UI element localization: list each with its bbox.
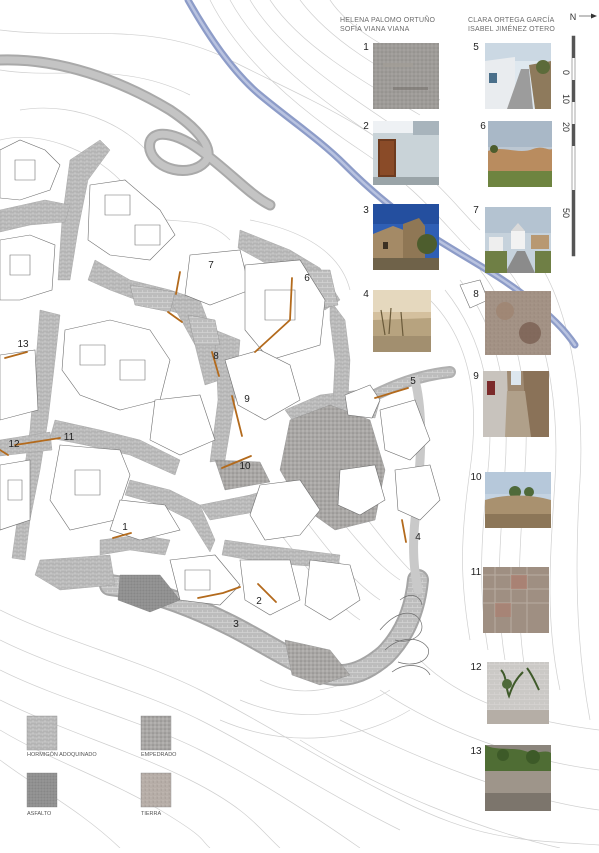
site-label-10[interactable]: 10	[239, 461, 251, 472]
photo-num-10: 10	[470, 472, 482, 483]
legend-label-empedrado: EMPEDRADO	[141, 752, 177, 758]
site-label-11[interactable]: 11	[64, 432, 75, 443]
paved-streets	[0, 139, 381, 591]
site-label-5[interactable]: 5	[410, 376, 416, 387]
site-label-4[interactable]: 4	[415, 532, 421, 543]
photo-11-wall-grid[interactable]	[483, 567, 549, 633]
photo-num-8: 8	[473, 289, 479, 300]
site-label-3[interactable]: 3	[233, 619, 239, 630]
photo-1-stone-wall[interactable]	[373, 43, 439, 109]
legend-swatch-empedrado	[140, 715, 172, 751]
photo-9-narrow-lane[interactable]	[483, 371, 549, 437]
legend-swatch-tierra	[140, 772, 172, 808]
photo-5-village-street[interactable]	[485, 43, 551, 109]
legend-swatch-asfalto	[26, 772, 58, 808]
site-label-9[interactable]: 9	[244, 394, 250, 405]
site-label-2[interactable]: 2	[256, 596, 262, 607]
photo-num-7: 7	[473, 205, 479, 216]
photo-10-rubble-mound[interactable]	[485, 472, 551, 528]
photo-num-1: 1	[363, 42, 369, 53]
photo-6-field-edge[interactable]	[488, 121, 552, 187]
scale-tick-10: 10	[561, 94, 571, 104]
photo-num-13: 13	[470, 746, 482, 757]
photo-num-3: 3	[363, 205, 369, 216]
legend: HORMIGÓN ADOQUINADO EMPEDRADO ASFALTO TI…	[26, 715, 177, 817]
scale-tick-50: 50	[561, 208, 571, 218]
photo-num-12: 12	[470, 662, 482, 673]
scale-bar: 0 10 20 50	[561, 35, 576, 257]
north-label: N	[570, 12, 577, 22]
site-label-8[interactable]: 8	[213, 351, 219, 362]
photo-8-rock-texture[interactable]	[485, 291, 551, 355]
photo-3-stone-house[interactable]	[373, 204, 439, 270]
legend-item-tierra: TIERRA	[140, 772, 172, 817]
wall-marker-4[interactable]	[401, 519, 407, 543]
photo-13-earth-bank[interactable]	[485, 745, 551, 811]
site-label-12[interactable]: 12	[8, 439, 20, 450]
authors: HELENA PALOMO ORTUÑO SOFÍA VIANA VIANA C…	[340, 15, 555, 33]
author-sofia: SOFÍA VIANA VIANA	[340, 24, 410, 33]
photo-7-road-church[interactable]	[485, 207, 551, 273]
author-clara: CLARA ORTEGA GARCÍA	[468, 15, 555, 24]
legend-label-asfalto: ASFALTO	[27, 811, 52, 817]
photo-12-wall-plant[interactable]	[487, 662, 549, 724]
photo-num-2: 2	[363, 121, 369, 132]
legend-item-asfalto: ASFALTO	[26, 772, 58, 817]
author-helena: HELENA PALOMO ORTUÑO	[340, 15, 436, 24]
photo-num-9: 9	[473, 371, 479, 382]
photo-4-dry-stone-wall[interactable]	[373, 290, 431, 352]
map-sheet: 1 2 3 4 5 6 7 8 9 10 11 12 13 HELENA PAL…	[0, 0, 599, 849]
photo-2-facade[interactable]	[373, 121, 439, 185]
wall-marker-7[interactable]	[175, 271, 181, 295]
site-map: 1 2 3 4 5 6 7 8 9 10 11 12 13 HELENA PAL…	[0, 0, 599, 849]
scale-tick-0: 0	[561, 70, 571, 75]
photo-num-11: 11	[471, 567, 482, 578]
photo-num-6: 6	[480, 121, 486, 132]
legend-swatch-hormigon	[26, 715, 58, 751]
north-arrow: N	[570, 12, 597, 22]
site-label-7[interactable]: 7	[208, 260, 214, 271]
site-label-6[interactable]: 6	[304, 273, 310, 284]
site-label-1[interactable]: 1	[122, 522, 128, 533]
legend-label-tierra: TIERRA	[141, 811, 162, 817]
north-arrow-icon	[591, 13, 597, 19]
site-label-13[interactable]: 13	[17, 339, 29, 350]
author-isabel: ISABEL JIMÉNEZ OTERO	[468, 24, 555, 33]
photo-num-5: 5	[473, 42, 479, 53]
legend-label-hormigon: HORMIGÓN ADOQUINADO	[27, 751, 97, 758]
scale-tick-20: 20	[561, 122, 571, 132]
photo-num-4: 4	[363, 289, 369, 300]
